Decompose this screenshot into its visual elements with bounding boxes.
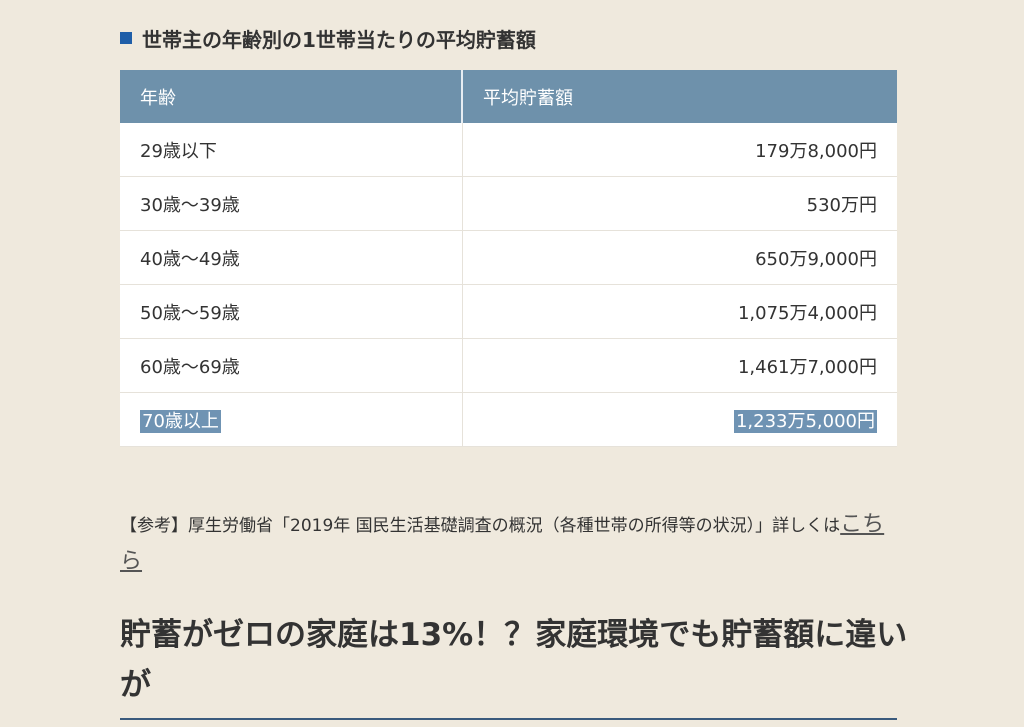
age-cell: 60歳～69歳 bbox=[120, 338, 463, 393]
reference-text: 【参考】厚生労働省「2019年 国民生活基礎調査の概況（各種世帯の所得等の状況）… bbox=[120, 516, 841, 536]
reference-note: 【参考】厚生労働省「2019年 国民生活基礎調査の概況（各種世帯の所得等の状況）… bbox=[120, 507, 890, 581]
amount-cell: 530万円 bbox=[462, 176, 897, 231]
selected-age-text: 70歳以上 bbox=[140, 409, 221, 433]
age-cell: 50歳～59歳 bbox=[120, 284, 463, 339]
table-row: 40歳～49歳 650万9,000円 bbox=[120, 230, 897, 285]
table-row: 50歳～59歳 1,075万4,000円 bbox=[120, 284, 897, 339]
section-heading: 貯蓄がゼロの家庭は13%！？家庭環境でも貯蓄額に違いが bbox=[120, 617, 908, 703]
amount-cell: 179万8,000円 bbox=[462, 123, 897, 177]
table-header-row: 年齢 平均貯蓄額 bbox=[120, 70, 897, 123]
square-bullet-icon bbox=[120, 32, 132, 44]
amount-cell: 1,075万4,000円 bbox=[462, 284, 897, 339]
age-cell: 40歳～49歳 bbox=[120, 230, 463, 285]
amount-cell: 650万9,000円 bbox=[462, 230, 897, 285]
selected-amount-text: 1,233万5,000円 bbox=[733, 409, 877, 433]
age-cell: 30歳～39歳 bbox=[120, 176, 463, 231]
table-caption: 世帯主の年齢別の1世帯当たりの平均貯蓄額 bbox=[120, 22, 536, 54]
column-header-average-savings: 平均貯蓄額 bbox=[462, 70, 897, 123]
amount-cell: 1,233万5,000円 bbox=[462, 392, 897, 447]
table-row: 60歳～69歳 1,461万7,000円 bbox=[120, 338, 897, 393]
table-row: 30歳～39歳 530万円 bbox=[120, 176, 897, 231]
table-row-selected: 70歳以上 1,233万5,000円 bbox=[120, 392, 897, 447]
table-row: 29歳以下 179万8,000円 bbox=[120, 123, 897, 177]
heading-divider bbox=[120, 718, 897, 720]
age-cell: 70歳以上 bbox=[120, 392, 463, 447]
table-caption-text: 世帯主の年齢別の1世帯当たりの平均貯蓄額 bbox=[142, 27, 536, 52]
age-cell: 29歳以下 bbox=[120, 123, 463, 177]
amount-cell: 1,461万7,000円 bbox=[462, 338, 897, 393]
column-header-age: 年齢 bbox=[120, 70, 463, 123]
savings-table: 年齢 平均貯蓄額 29歳以下 179万8,000円 30歳～39歳 530万円 … bbox=[120, 70, 897, 447]
